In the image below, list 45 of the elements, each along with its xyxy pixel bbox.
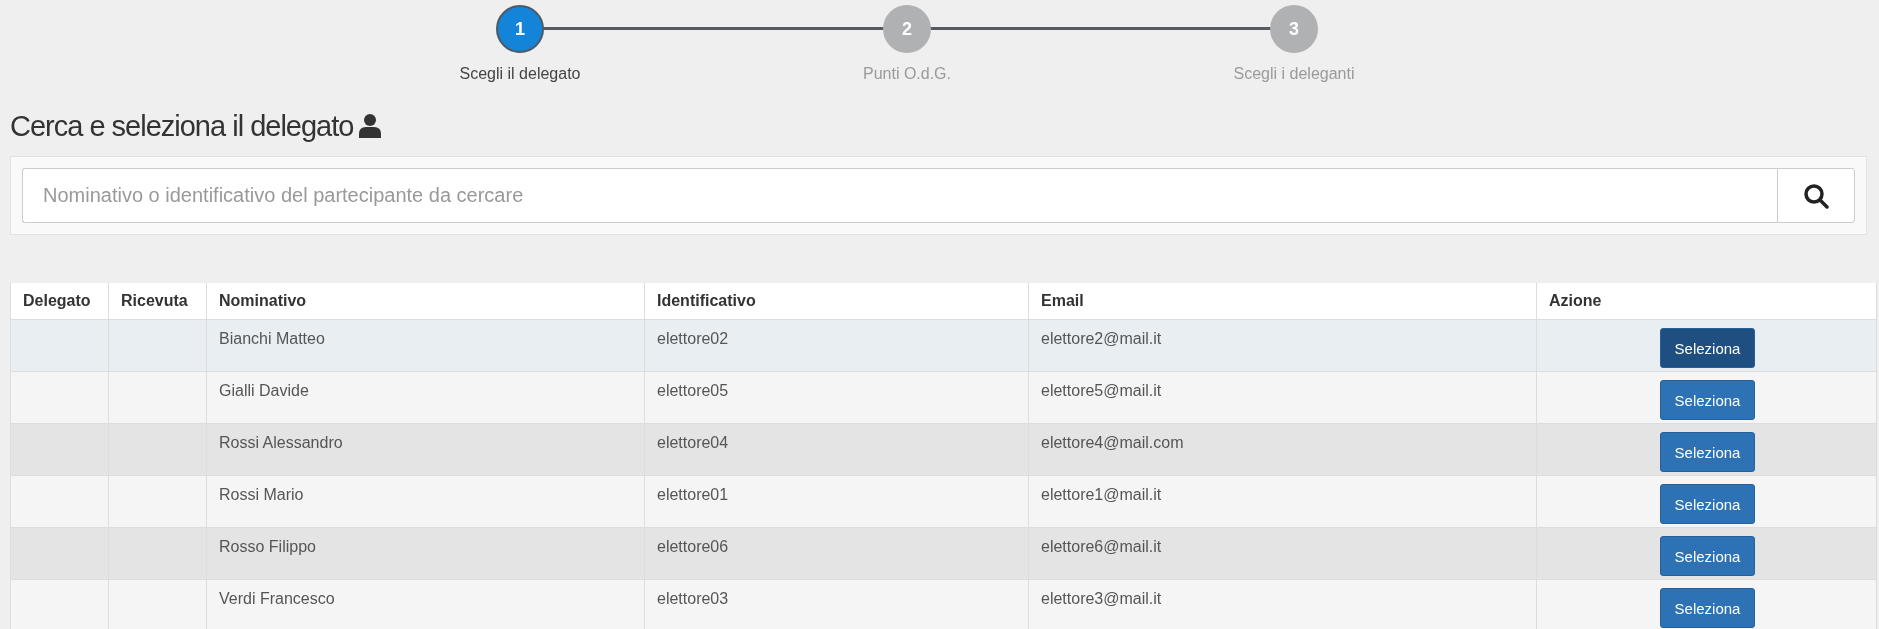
- name-text: Rossi Mario: [219, 486, 304, 503]
- identifier-text: elettore06: [657, 538, 729, 555]
- table-row[interactable]: Rosso Filippo elettore06 elettore6@mail.it Seleziona: [10, 527, 1877, 580]
- table-row[interactable]: Rossi Mario elettore01 elettore1@mail.it Seleziona: [10, 475, 1877, 528]
- select-button[interactable]: Seleziona: [1660, 536, 1755, 576]
- step-label: Scegli i deleganti: [1233, 65, 1355, 83]
- email-text: elettore2@mail.it: [1041, 330, 1162, 347]
- identifier-text: elettore03: [657, 590, 729, 607]
- identifier-text: elettore04: [657, 434, 729, 451]
- step-number[interactable]: 1: [496, 5, 544, 53]
- column-header: Identificativo: [644, 283, 1029, 320]
- email-text: elettore3@mail.it: [1041, 590, 1162, 607]
- table-row[interactable]: Gialli Davide elettore05 elettore5@mail.it Seleziona: [10, 371, 1877, 424]
- name-text: Gialli Davide: [219, 382, 309, 399]
- column-header: Email: [1028, 283, 1537, 320]
- table-row[interactable]: Verdi Francesco elettore03 elettore3@mail.it Seleziona: [10, 579, 1877, 629]
- select-button[interactable]: Seleziona: [1660, 588, 1755, 628]
- name-text: Rossi Alessandro: [219, 434, 343, 451]
- step-label: Punti O.d.G.: [862, 65, 951, 83]
- name-text: Rosso Filippo: [219, 538, 316, 555]
- identifier-text: elettore05: [657, 382, 729, 399]
- column-header: Delegato: [10, 283, 109, 320]
- email-text: elettore4@mail.com: [1041, 434, 1184, 451]
- column-header: Azione: [1536, 283, 1877, 320]
- email-text: elettore6@mail.it: [1041, 538, 1162, 555]
- name-text: Bianchi Matteo: [219, 330, 325, 347]
- step-label: Scegli il delegato: [459, 65, 581, 83]
- search-icon: [1803, 182, 1829, 209]
- table-row[interactable]: Bianchi Matteo elettore02 elettore2@mail.it Seleziona: [10, 319, 1877, 372]
- identifier-text: elettore01: [657, 486, 729, 503]
- search-button[interactable]: [1777, 168, 1855, 223]
- email-text: elettore1@mail.it: [1041, 486, 1162, 503]
- select-button[interactable]: Seleziona: [1660, 432, 1755, 472]
- select-button[interactable]: Seleziona: [1660, 328, 1755, 368]
- select-button[interactable]: Seleziona: [1660, 380, 1755, 420]
- column-header: Nominativo: [206, 283, 645, 320]
- column-header: Ricevuta: [108, 283, 207, 320]
- select-button[interactable]: Seleziona: [1660, 484, 1755, 524]
- search-field[interactable]: Nominativo o identificativo del partecipante da cercare: [22, 168, 1777, 223]
- identifier-text: elettore02: [657, 330, 729, 347]
- table-row[interactable]: Rossi Alessandro elettore04 elettore4@mail.com Seleziona: [10, 423, 1877, 476]
- user-icon: [359, 114, 382, 138]
- email-text: elettore5@mail.it: [1041, 382, 1162, 399]
- section-heading: Cerca e seleziona il delegato: [10, 109, 354, 143]
- name-text: Verdi Francesco: [219, 590, 335, 607]
